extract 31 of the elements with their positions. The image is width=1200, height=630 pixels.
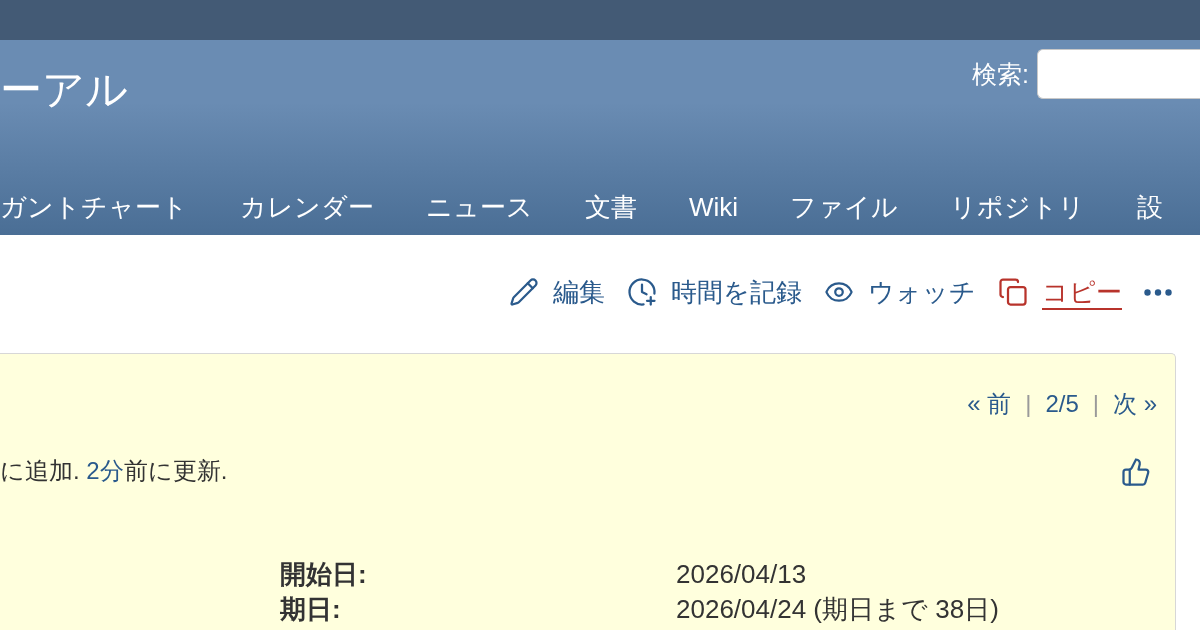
issue-byline: に追加. 2分前に更新. [0,457,228,487]
menu-tab[interactable]: ガントチャート [0,191,188,235]
watch-link[interactable]: ウォッチ [824,274,976,310]
pager-separator: | [1025,390,1032,419]
menu-tab[interactable]: Wiki [689,191,739,235]
search-field[interactable] [1037,49,1200,99]
attribute-label: 開始日: [280,558,367,590]
more-icon[interactable] [1144,288,1172,296]
pager-link[interactable]: 次 » [1113,390,1157,419]
pager-separator: | [1092,390,1099,419]
menu-tab[interactable]: 文書 [585,191,637,235]
pager-link[interactable]: 2/5 [1045,390,1079,419]
copy-icon [998,277,1028,307]
edit-link[interactable]: 編集 [509,274,605,310]
thumbs-up-icon[interactable] [1121,456,1151,487]
clock-plus-icon [627,277,657,307]
menu-tab[interactable]: カレンダー [240,191,374,235]
menu-tab[interactable]: 設 [1137,191,1164,235]
copy-link[interactable]: コピー [998,274,1122,310]
time-ago-link[interactable]: 2分 [86,457,124,485]
attribute-value: 2026/04/24 (期日まで 38日) [676,594,999,626]
attribute-value: 2026/04/13 [676,558,807,590]
log-time-link[interactable]: 時間を記録 [627,274,802,310]
search-label: 検索: [972,58,1029,90]
menu-tab[interactable]: リポジトリ [950,191,1086,235]
pager-link[interactable]: « 前 [967,390,1012,419]
attribute-label: 期日: [280,594,341,626]
menu-tab[interactable]: ニュース [426,191,533,235]
project-title: ーアル [0,69,128,111]
pencil-icon [509,277,539,307]
menu-tab[interactable]: ファイル [790,191,899,235]
